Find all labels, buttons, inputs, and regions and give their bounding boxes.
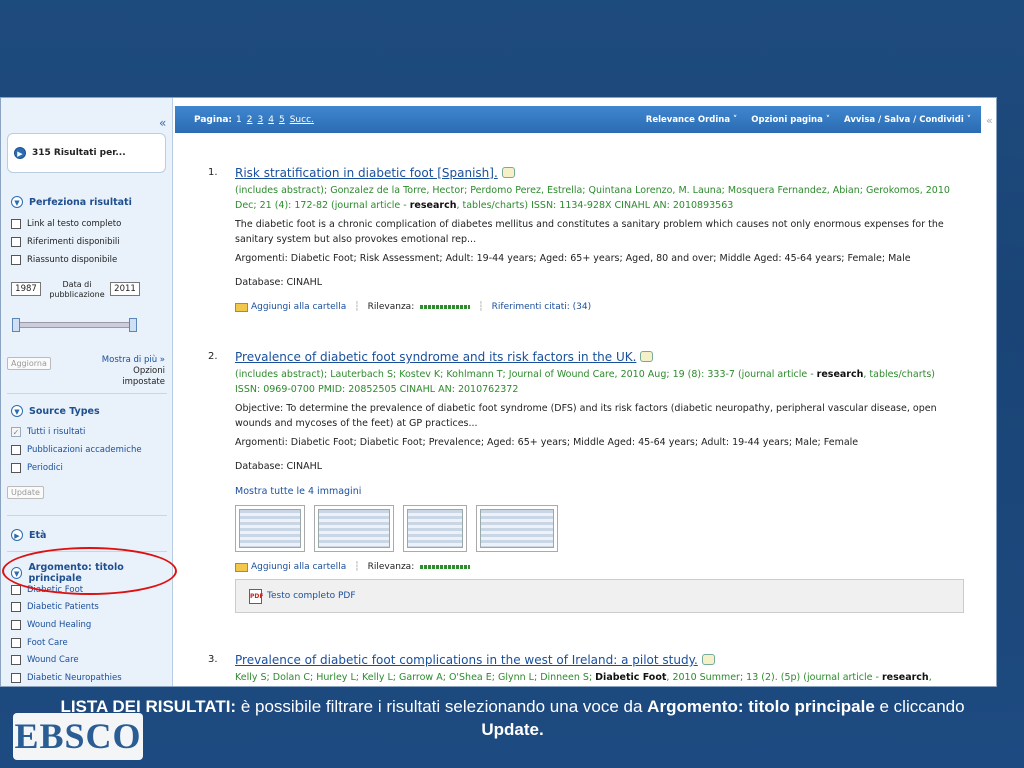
year-to-input[interactable]: 2011	[110, 282, 140, 296]
show-more-link[interactable]: Mostra di più »	[101, 355, 165, 366]
subject-item[interactable]: Diabetic Patients	[11, 602, 99, 612]
result-abstract: The diabetic foot is a chronic complicat…	[235, 219, 944, 245]
update-source-button[interactable]: Update	[7, 486, 44, 499]
preview-icon[interactable]	[701, 654, 715, 665]
page-link[interactable]: 3	[258, 115, 264, 125]
source-all[interactable]: ✓ Tutti i risultati	[11, 427, 85, 437]
result-abstract: Objective: To determine the prevalence o…	[235, 403, 937, 429]
source-periodicals[interactable]: Periodici	[11, 463, 63, 473]
refine-results-heading[interactable]: ▼ Perfeziona risultati	[11, 196, 132, 208]
date-label: Data di pubblicazione	[49, 280, 105, 299]
sort-dropdown[interactable]: Relevance Ordina ˅	[646, 115, 738, 125]
highlight-ellipse	[2, 547, 177, 595]
relevance-label: Rilevanza:	[367, 562, 415, 572]
result-subjects: Argomenti: Diabetic Foot; Risk Assessmen…	[235, 253, 911, 264]
ebsco-screen: « ▶ 315 Risultati per... ▼ Perfeziona ri…	[0, 97, 997, 687]
result-citation: (includes abstract); Lauterbach S; Koste…	[235, 369, 935, 395]
share-dropdown[interactable]: Avvisa / Salva / Condividi ˅	[844, 115, 971, 125]
thumbnail-image[interactable]	[314, 505, 394, 552]
relevance-bar	[420, 565, 471, 569]
collapse-right-button[interactable]: «	[986, 114, 993, 127]
result-citation: (includes abstract); Gonzalez de la Torr…	[235, 185, 950, 211]
page-link[interactable]: 2	[247, 115, 253, 125]
show-images-link[interactable]: Mostra tutte le 4 immagini	[235, 484, 960, 499]
filter-references[interactable]: Riferimenti disponibili	[11, 237, 120, 247]
add-to-folder-link[interactable]: Aggiungi alla cartella	[251, 562, 346, 572]
add-to-folder-link[interactable]: Aggiungi alla cartella	[251, 302, 346, 312]
pdf-full-text-link[interactable]: Testo completo PDF	[267, 591, 356, 601]
subject-item[interactable]: Wound Care	[11, 655, 79, 665]
page-link[interactable]: 1	[236, 115, 242, 125]
results-count: 315 Risultati per...	[32, 148, 126, 158]
date-slider-handle-left[interactable]	[12, 318, 20, 332]
subject-item[interactable]: Diabetic Neuropathies	[11, 673, 122, 683]
preview-icon[interactable]	[640, 351, 654, 362]
chevron-down-icon: ▼	[11, 405, 23, 417]
date-slider-handle-right[interactable]	[129, 318, 137, 332]
chevron-right-icon: ▶	[14, 147, 26, 159]
preview-icon[interactable]	[501, 167, 515, 178]
result-number: 3.	[208, 654, 218, 665]
result-number: 1.	[208, 167, 218, 178]
thumbnail-image[interactable]	[403, 505, 467, 552]
more-options: Mostra di più » Opzioni impostate	[101, 355, 165, 388]
result-number: 2.	[208, 351, 218, 362]
thumbnail-image[interactable]	[476, 505, 558, 552]
collapse-sidebar-button[interactable]: «	[159, 116, 166, 130]
age-heading[interactable]: ▶ Età	[11, 529, 46, 541]
relevance-bar	[420, 305, 471, 309]
result-subjects: Argomenti: Diabetic Foot; Diabetic Foot;…	[235, 437, 859, 448]
next-page-link[interactable]: Succ.	[290, 115, 314, 125]
filter-full-text[interactable]: Link al testo completo	[11, 219, 121, 229]
date-slider-track[interactable]	[15, 322, 135, 328]
source-academic[interactable]: Pubblicazioni accademiche	[11, 445, 142, 455]
subject-item[interactable]: Wound Healing	[11, 620, 91, 630]
page-label: Pagina:	[194, 114, 233, 125]
page-link[interactable]: 5	[279, 115, 285, 125]
folder-icon	[235, 302, 248, 312]
year-from-input[interactable]: 1987	[11, 282, 41, 296]
sidebar: « ▶ 315 Risultati per... ▼ Perfeziona ri…	[1, 98, 173, 686]
results-count-box[interactable]: ▶ 315 Risultati per...	[7, 133, 166, 173]
results-toolbar: Pagina: 1 2 3 4 5 Succ. Relevance Ordina…	[175, 106, 981, 133]
page-options-dropdown[interactable]: Opzioni pagina ˅	[751, 115, 830, 125]
divider	[7, 515, 167, 516]
subject-item[interactable]: Foot Care	[11, 638, 68, 648]
divider	[7, 393, 167, 394]
result-title-link[interactable]: Risk stratification in diabetic foot [Sp…	[235, 166, 498, 180]
chevron-right-icon: ▶	[11, 529, 23, 541]
cited-references-link[interactable]: Riferimenti citati: (34)	[492, 302, 591, 312]
filter-abstract[interactable]: Riassunto disponibile	[11, 255, 117, 265]
folder-icon	[235, 562, 248, 572]
image-thumbnails	[235, 505, 960, 552]
ebsco-logo: EBSCO	[13, 713, 143, 760]
set-options-label: Opzioni impostate	[122, 366, 165, 387]
pdf-icon: PDF	[249, 588, 263, 604]
pdf-bar: PDF Testo completo PDF	[235, 579, 964, 613]
update-refine-button[interactable]: Aggiorna	[7, 357, 51, 370]
result-title-link[interactable]: Prevalence of diabetic foot syndrome and…	[235, 350, 636, 364]
result-title-link[interactable]: Prevalence of diabetic foot complication…	[235, 653, 698, 667]
result-citation: Kelly S; Dolan C; Hurley L; Kelly L; Gar…	[235, 672, 932, 683]
slide-caption: LISTA DEI RISULTATI: è possibile filtrar…	[60, 697, 965, 739]
result-database: Database: CINAHL	[235, 277, 323, 288]
relevance-label: Rilevanza:	[367, 302, 415, 312]
source-types-heading[interactable]: ▼ Source Types	[11, 405, 100, 417]
result-database: Database: CINAHL	[235, 461, 323, 472]
thumbnail-image[interactable]	[235, 505, 305, 552]
chevron-down-icon: ▼	[11, 196, 23, 208]
page-link[interactable]: 4	[268, 115, 274, 125]
